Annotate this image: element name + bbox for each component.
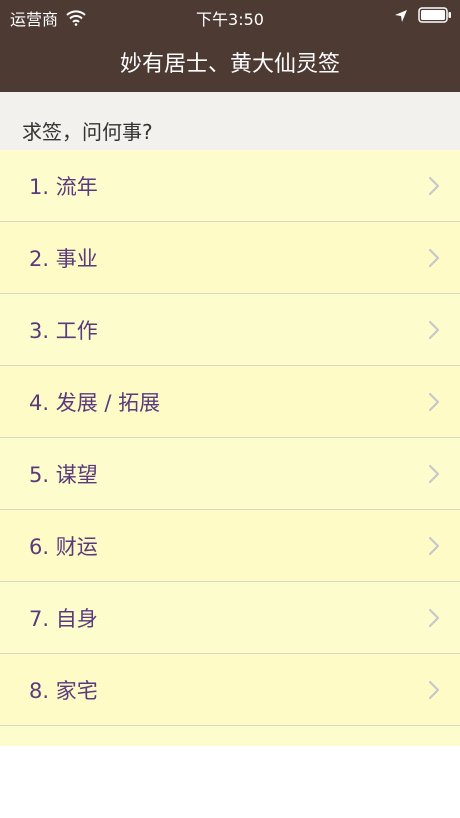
list-item[interactable]: 6. 财运	[0, 510, 460, 582]
list-item-label: 5. 谋望	[29, 462, 98, 487]
chevron-right-icon	[428, 176, 440, 196]
status-bar: 运营商 下午3:50	[0, 0, 460, 32]
list-item-label: 7. 自身	[29, 606, 98, 631]
list-item[interactable]: 3. 工作	[0, 294, 460, 366]
status-right-group	[394, 7, 452, 23]
chevron-right-icon	[428, 320, 440, 340]
list-item-label: 2. 事业	[29, 246, 98, 271]
chevron-right-icon	[428, 680, 440, 700]
list-item-partial[interactable]	[0, 726, 460, 746]
list-item-label: 1. 流年	[29, 174, 98, 199]
list-item[interactable]: 7. 自身	[0, 582, 460, 654]
section-header: 求签，问何事?	[0, 92, 460, 150]
location-arrow-icon	[394, 8, 408, 22]
chevron-right-icon	[428, 464, 440, 484]
list-item[interactable]: 5. 谋望	[0, 438, 460, 510]
list-item-label: 8. 家宅	[29, 678, 98, 703]
list-item[interactable]: 2. 事业	[0, 222, 460, 294]
topic-list: 1. 流年 2. 事业 3. 工作 4. 发展 / 拓展 5. 谋望 6. 财运	[0, 150, 460, 726]
chevron-right-icon	[428, 608, 440, 628]
list-item[interactable]: 1. 流年	[0, 150, 460, 222]
battery-icon	[418, 7, 452, 23]
nav-title: 妙有居士、黄大仙灵签	[119, 52, 340, 77]
status-time: 下午3:50	[196, 10, 264, 29]
list-item[interactable]: 4. 发展 / 拓展	[0, 366, 460, 438]
chevron-right-icon	[428, 392, 440, 412]
list-item-label: 4. 发展 / 拓展	[29, 390, 161, 415]
header: 运营商 下午3:50 妙有居士、黄大仙灵签	[0, 0, 460, 92]
section-title: 求签，问何事?	[22, 120, 153, 144]
chevron-right-icon	[428, 536, 440, 556]
list-item-label: 6. 财运	[29, 534, 98, 559]
list-item[interactable]: 8. 家宅	[0, 654, 460, 726]
list-item-label: 3. 工作	[29, 318, 98, 343]
chevron-right-icon	[428, 248, 440, 268]
